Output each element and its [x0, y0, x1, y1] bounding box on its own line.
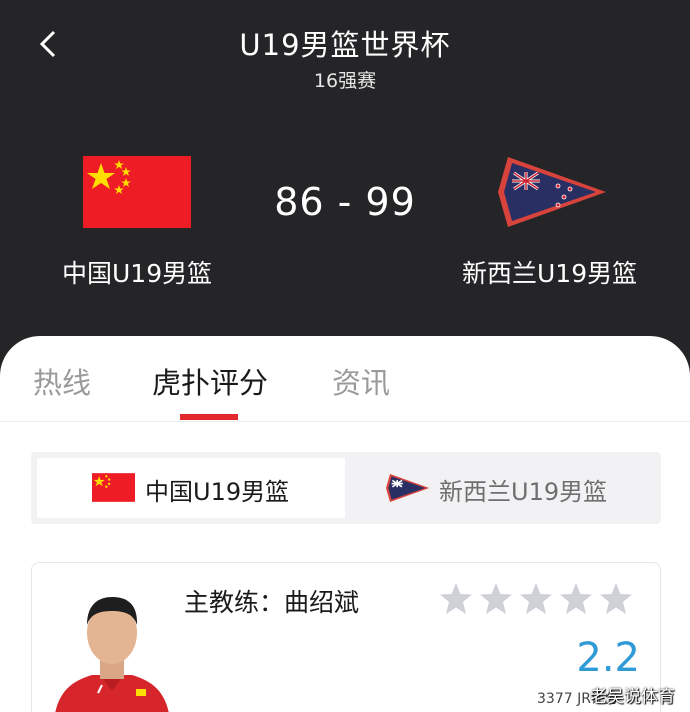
away-team-name: 新西兰U19男篮: [462, 259, 638, 288]
team-switch-away[interactable]: 新西兰U19男篮: [361, 458, 655, 518]
watermark: 老吴说体育: [590, 687, 675, 707]
coach-avatar: [55, 597, 169, 712]
active-tab-indicator: [180, 414, 238, 420]
rating-stars[interactable]: [438, 581, 638, 617]
rating-score: 2.2: [576, 635, 640, 681]
china-flag-icon: [83, 156, 191, 228]
content-panel: 热线 虎扑评分 资讯 中国U19男篮 新西兰U19男篮 主教练：曲绍斌 2.2: [0, 336, 690, 712]
team-switch-home-label: 中国U19男篮: [145, 478, 290, 506]
star-icon[interactable]: [558, 581, 594, 617]
team-switch-away-label: 新西兰U19男篮: [439, 478, 608, 506]
new-zealand-team-logo-icon: [386, 474, 430, 502]
match-stage: 16强赛: [313, 70, 377, 92]
china-flag-icon: [92, 473, 135, 502]
tab-bar: 热线 虎扑评分 资讯: [0, 336, 690, 422]
team-switcher: 中国U19男篮 新西兰U19男篮: [31, 452, 661, 524]
home-team-name: 中国U19男篮: [62, 259, 213, 288]
star-icon[interactable]: [518, 581, 554, 617]
tab-hupu-rating[interactable]: 虎扑评分: [152, 360, 268, 402]
new-zealand-team-logo-icon: [498, 157, 606, 227]
page-title: U19男篮世界杯: [239, 28, 451, 62]
team-switch-home[interactable]: 中国U19男篮: [37, 458, 345, 518]
star-icon[interactable]: [438, 581, 474, 617]
match-score: 86 - 99: [274, 180, 416, 224]
tab-hotline[interactable]: 热线: [33, 360, 91, 402]
coach-name: 主教练：曲绍斌: [184, 588, 360, 617]
tab-news[interactable]: 资讯: [332, 360, 390, 402]
star-icon[interactable]: [598, 581, 634, 617]
match-header: U19男篮世界杯 16强赛 86 - 99 中国U19男篮 新西兰U19男篮: [0, 0, 690, 380]
star-icon[interactable]: [478, 581, 514, 617]
